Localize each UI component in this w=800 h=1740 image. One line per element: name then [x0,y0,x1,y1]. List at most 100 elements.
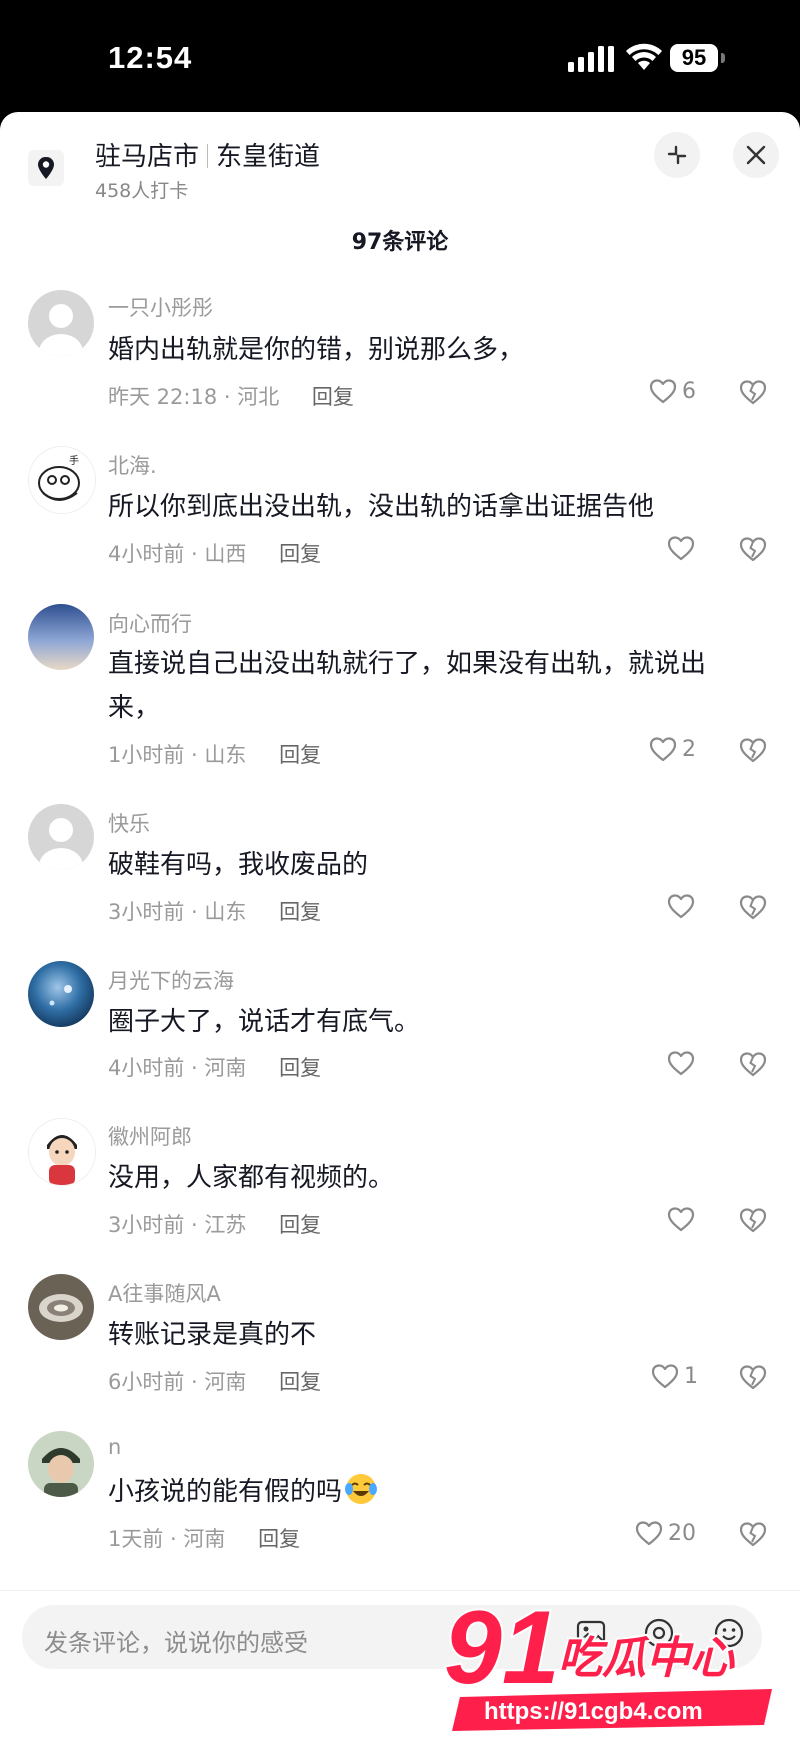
location-separator [207,144,209,168]
comment-time: 4小时前 [108,542,185,566]
watermark-logo: 91 吃瓜中心 https://91cgb4.com [442,1588,772,1731]
battery-indicator: 95 [670,44,718,72]
close-icon [746,145,766,165]
comment-meta: 3小时前 · 江苏 回复 [108,1213,322,1237]
comment-username[interactable]: A往事随风A [108,1278,221,1308]
comment-meta: 4小时前 · 河南 回复 [108,1056,322,1080]
comment-meta: 1天前 · 河南 回复 [108,1527,301,1551]
comment-count-title: 97条评论 [351,230,449,255]
reply-button[interactable]: 回复 [279,1056,321,1080]
reply-button[interactable]: 回复 [279,1370,321,1394]
comment-meta: 6小时前 · 河南 回复 [108,1370,322,1394]
comment-username[interactable]: 月光下的云海 [108,965,234,995]
heart-icon [649,379,677,404]
comment-username[interactable]: 向心而行 [108,608,192,638]
like-button[interactable]: 1 [650,1362,698,1390]
comment-region: 河南 [204,1056,247,1080]
avatar[interactable] [28,1274,94,1340]
comment-time: 4小时前 [108,1056,185,1080]
dislike-button[interactable] [738,1206,768,1234]
heart-icon [667,1051,695,1076]
battery-tip [721,53,725,63]
reply-button[interactable]: 回复 [312,385,354,409]
comment-text: 婚内出轨就是你的错，别说那么多， [108,335,525,365]
dislike-button[interactable] [738,535,768,563]
location-area: 东皇街道 [216,142,321,172]
status-bar: 12:54 95 [0,0,800,112]
heart-icon [651,1364,679,1389]
like-button[interactable] [666,1049,700,1077]
comment-time: 3小时前 [108,900,185,924]
svg-text:https://91cgb4.com: https://91cgb4.com [484,1698,703,1725]
heart-icon [649,737,677,762]
like-count: 20 [668,1520,696,1546]
comment-meta: 4小时前 · 山西 回复 [108,542,322,566]
reply-button[interactable]: 回复 [279,900,321,924]
collapse-button[interactable] [654,132,700,178]
like-button[interactable]: 2 [648,735,696,763]
comment-region: 河南 [183,1527,226,1551]
location-title[interactable]: 驻马店市 东皇街道 [95,136,320,173]
comment-region: 山东 [204,900,247,924]
avatar[interactable]: 手 [28,446,96,514]
like-button[interactable] [666,1205,700,1233]
comment-username[interactable]: 徽州阿郎 [108,1121,192,1151]
dislike-button[interactable] [738,1363,768,1391]
avatar[interactable] [28,1431,94,1497]
avatar[interactable] [28,1118,96,1186]
comment-time: 6小时前 [108,1370,185,1394]
reply-button[interactable]: 回复 [279,542,321,566]
like-count: 1 [684,1363,698,1389]
comment-time: 1小时前 [108,743,185,767]
like-button[interactable] [666,892,700,920]
collapse-icon [667,145,687,165]
cellular-signal-icon [568,46,614,72]
comment-meta: 昨天 22:18 · 河北 回复 [108,385,354,409]
dislike-button[interactable] [738,736,768,764]
comment-region: 山东 [204,743,247,767]
like-count: 6 [682,378,696,404]
comment-username[interactable]: n [108,1435,121,1459]
avatar[interactable] [28,804,94,870]
svg-text:吃瓜中心: 吃瓜中心 [558,1633,736,1684]
comment-text: 所以你到底出没出轨，没出轨的话拿出证据告他 [108,492,655,522]
comment-time: 1天前 [108,1527,164,1551]
reply-button[interactable]: 回复 [258,1527,300,1551]
avatar[interactable] [28,604,94,670]
avatar[interactable] [28,290,94,356]
comment-text: 转账记录是真的不 [108,1320,317,1350]
location-city: 驻马店市 [95,142,200,172]
comment-text: 没用，人家都有视频的。 [108,1163,395,1193]
location-pin-icon [28,150,64,186]
comment-username[interactable]: 北海. [108,450,157,480]
comment-text: 直接说自己出没出轨就行了，如果没有出轨，就说出来， [108,649,707,723]
reply-button[interactable]: 回复 [279,1213,321,1237]
dislike-button[interactable] [738,378,768,406]
heart-icon [667,1207,695,1232]
status-time: 12:54 [108,40,193,75]
comment-region: 河北 [237,385,280,409]
comment-meta: 3小时前 · 山东 回复 [108,900,322,924]
comment-region: 山西 [204,542,247,566]
close-button[interactable] [733,132,779,178]
comment-text: 小孩说的能有假的吗 [108,1470,738,1514]
reply-button[interactable]: 回复 [279,743,321,767]
comment-input-placeholder[interactable]: 发条评论，说说你的感受 [44,1623,308,1658]
crying-laughing-emoji-icon [345,1474,378,1504]
like-button[interactable] [666,534,700,562]
comment-text-content: 小孩说的能有假的吗 [108,1477,343,1507]
comment-username[interactable]: 快乐 [108,808,150,838]
comment-text: 破鞋有吗，我收废品的 [108,850,369,880]
comment-region: 河南 [204,1370,247,1394]
like-button[interactable]: 6 [648,377,696,405]
comment-text: 圈子大了，说话才有底气。 [108,1007,421,1037]
avatar[interactable] [28,961,94,1027]
location-checkins: 458人打卡 [95,180,189,202]
dislike-button[interactable] [738,1520,768,1548]
dislike-button[interactable] [738,1050,768,1078]
dislike-button[interactable] [738,893,768,921]
like-button[interactable]: 20 [634,1519,696,1547]
comment-username[interactable]: 一只小彤彤 [108,292,213,322]
wifi-icon [626,43,662,70]
heart-icon [667,536,695,561]
